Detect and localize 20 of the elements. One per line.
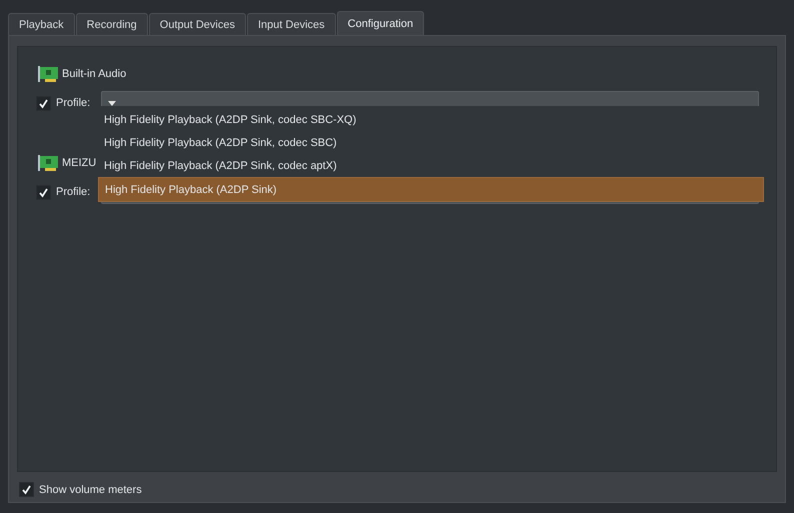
tab[interactable]: Input Devices [246, 13, 336, 35]
menu-item[interactable]: High Fidelity Playback (A2DP Sink, codec SBC) [98, 131, 764, 154]
checkbox[interactable] [36, 96, 51, 110]
profile-label: Profile: [56, 186, 90, 198]
device-name: MEIZU [62, 157, 96, 169]
sound-card-icon [38, 155, 58, 171]
tab[interactable]: Playback [8, 13, 75, 35]
menu-item[interactable]: High Fidelity Playback (A2DP Sink, codec SBC-XQ) [98, 108, 764, 131]
menu-item[interactable]: High Fidelity Playback (A2DP Sink) [98, 177, 764, 202]
dropdown-arrow-icon [108, 100, 116, 106]
sound-card-icon [38, 66, 58, 82]
checkbox-label: Show volume meters [39, 484, 142, 496]
tab[interactable]: Output Devices [148, 13, 246, 35]
tab[interactable]: Recording [76, 13, 148, 35]
checkbox[interactable] [19, 482, 34, 497]
checkbox[interactable] [36, 184, 51, 200]
tab[interactable]: Configuration [336, 11, 424, 35]
device-name: Built-in Audio [62, 68, 126, 80]
profile-label: Profile: [56, 97, 90, 109]
menu-item[interactable]: High Fidelity Playback (A2DP Sink, codec aptX) [98, 154, 764, 177]
